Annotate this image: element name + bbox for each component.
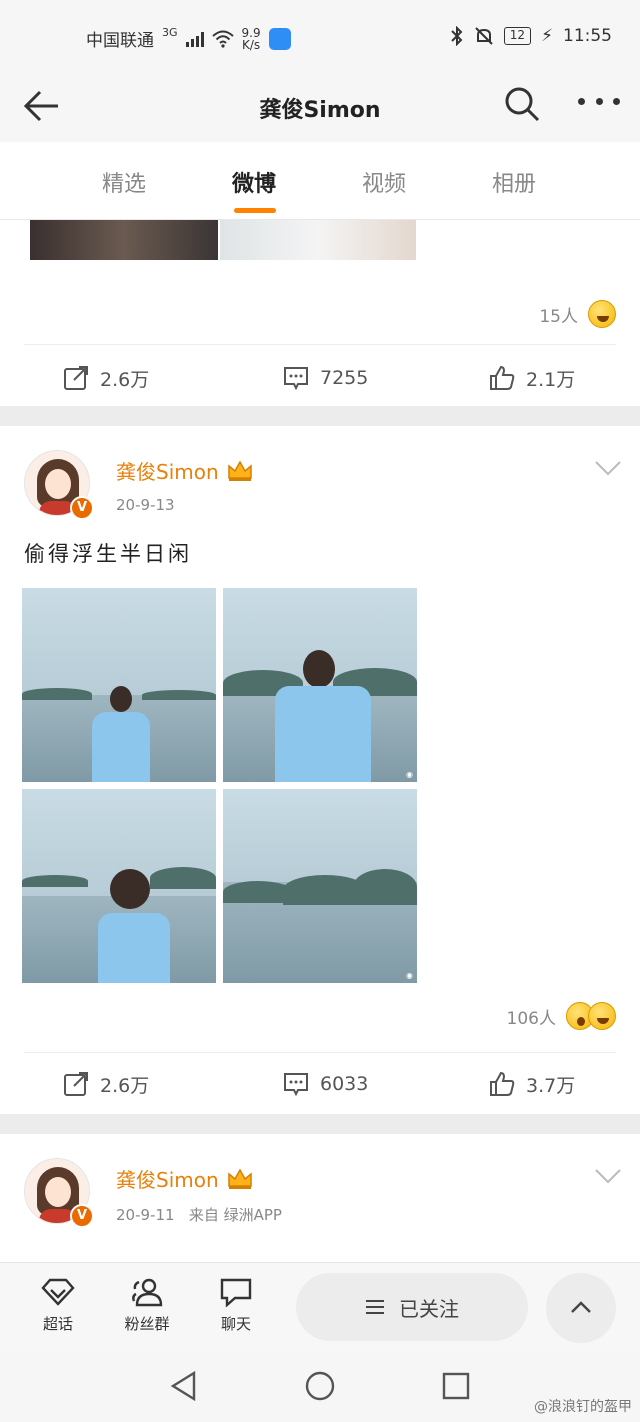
like-count: 3.7万 [526, 1074, 576, 1097]
comment-count: 7255 [320, 367, 369, 389]
post-photo[interactable] [22, 789, 216, 983]
wifi-icon [211, 30, 234, 48]
system-nav-bar: @浪浪钉的盔甲 [0, 1350, 640, 1422]
reaction-count: 15人 [539, 306, 578, 327]
comment-button[interactable]: 6033 [282, 1070, 368, 1098]
repost-count: 2.6万 [100, 368, 150, 391]
photo-watermark-icon: ◉ [406, 770, 413, 779]
follow-state-label: 已关注 [399, 1296, 459, 1321]
verified-badge-icon: V [70, 1204, 94, 1228]
home-circle-icon[interactable] [304, 1370, 336, 1402]
post-date: 20-9-11 [116, 1206, 175, 1224]
divider [24, 344, 616, 345]
comment-icon [284, 367, 308, 391]
verified-badge-icon: V [70, 496, 94, 520]
post-photo[interactable] [22, 588, 216, 782]
post-card: V 龚俊Simon 20-9-13 偷得浮生半日闲 ◉ ◉ 106人 2.6万 … [0, 426, 640, 1114]
clock: 11:55 [563, 26, 612, 46]
reaction-count: 106人 [506, 1008, 556, 1029]
back-triangle-icon[interactable] [168, 1370, 200, 1402]
laugh-emoji-icon [588, 300, 616, 328]
post-text: 偷得浮生半日闲 [24, 542, 192, 566]
crown-icon [227, 459, 252, 481]
card-gap [0, 1114, 640, 1134]
like-count: 2.1万 [526, 368, 576, 391]
post-photo[interactable]: ◉ [223, 588, 417, 782]
repost-button[interactable]: 2.6万 [62, 1070, 149, 1098]
laugh-emoji-icon [588, 1002, 616, 1030]
following-button[interactable]: 已关注 [296, 1273, 528, 1341]
repost-button[interactable]: 2.6万 [62, 364, 149, 392]
bluetooth-icon [451, 26, 463, 46]
reaction-summary[interactable]: 15人 [539, 300, 616, 328]
mute-bell-icon [475, 27, 493, 45]
profile-action-bar: 超话 粉丝群 聊天 已关注 [0, 1262, 640, 1350]
signal-icon [185, 31, 204, 47]
comment-icon [284, 1073, 308, 1097]
supertopic-button[interactable]: 超话 [28, 1277, 88, 1334]
search-icon[interactable] [502, 84, 542, 124]
diamond-icon [41, 1278, 75, 1306]
crown-icon [227, 1167, 252, 1189]
chat-bubble-icon [220, 1278, 252, 1307]
like-button[interactable]: 2.1万 [488, 364, 575, 392]
net-speed: 9.9 K/s [241, 25, 261, 52]
charging-icon: ⚡ [541, 26, 553, 46]
author-name[interactable]: 龚俊Simon [116, 456, 253, 485]
tab-featured[interactable]: 精选 [84, 166, 164, 198]
reaction-summary[interactable]: 106人 [507, 1002, 616, 1030]
chevron-down-icon[interactable] [594, 458, 622, 478]
thumbs-up-icon [490, 1071, 515, 1096]
post-image-partial[interactable] [30, 220, 218, 260]
post-image-partial[interactable] [220, 220, 416, 260]
chevron-down-icon[interactable] [594, 1166, 622, 1186]
post-meta: 20-9-11 来自 绿洲APP [116, 1204, 282, 1225]
card-gap [0, 406, 640, 426]
page-title: 龚俊Simon [259, 98, 381, 123]
chevron-up-icon [571, 1301, 591, 1313]
repost-icon [64, 1072, 88, 1096]
chat-button[interactable]: 聊天 [206, 1277, 266, 1334]
thumbs-up-icon [490, 365, 515, 390]
post-date: 20-9-13 [116, 496, 175, 514]
tab-weibo[interactable]: 微博 [214, 166, 294, 198]
post-source: 来自 绿洲APP [188, 1206, 282, 1224]
comment-button[interactable]: 7255 [282, 364, 368, 392]
post-photo[interactable]: ◉ [223, 789, 417, 983]
tab-videos[interactable]: 视频 [344, 166, 424, 198]
status-bar: 中国联通 3G 9.9 K/s 12 ⚡ 11:55 [0, 0, 640, 72]
post-card: V 龚俊Simon 20-9-11 来自 绿洲APP [0, 1134, 640, 1262]
recents-square-icon[interactable] [440, 1370, 472, 1402]
photo-watermark-icon: ◉ [406, 971, 413, 980]
menu-lines-icon [366, 1300, 384, 1314]
scroll-top-button[interactable] [546, 1273, 616, 1343]
more-options-icon[interactable] [578, 98, 620, 108]
nav-bar: 龚俊Simon [0, 72, 640, 142]
weather-app-icon [268, 27, 291, 50]
divider [24, 1052, 616, 1053]
repost-count: 2.6万 [100, 1074, 150, 1097]
active-tab-indicator [234, 208, 276, 213]
author-name[interactable]: 龚俊Simon [116, 1164, 253, 1193]
carrier-label: 中国联通 [86, 31, 154, 51]
previous-post: 15人 2.6万 7255 2.1万 [0, 220, 640, 406]
tab-albums[interactable]: 相册 [474, 166, 554, 198]
group-icon [132, 1278, 163, 1307]
profile-tabs: 精选 微博 视频 相册 [0, 142, 640, 220]
fans-group-button[interactable]: 粉丝群 [117, 1277, 177, 1334]
comment-count: 6033 [320, 1073, 369, 1095]
battery-indicator: 12 [503, 27, 532, 45]
image-watermark: @浪浪钉的盔甲 [534, 1399, 632, 1415]
repost-icon [64, 366, 88, 390]
network-type: 3G [162, 26, 178, 39]
like-button[interactable]: 3.7万 [488, 1070, 575, 1098]
